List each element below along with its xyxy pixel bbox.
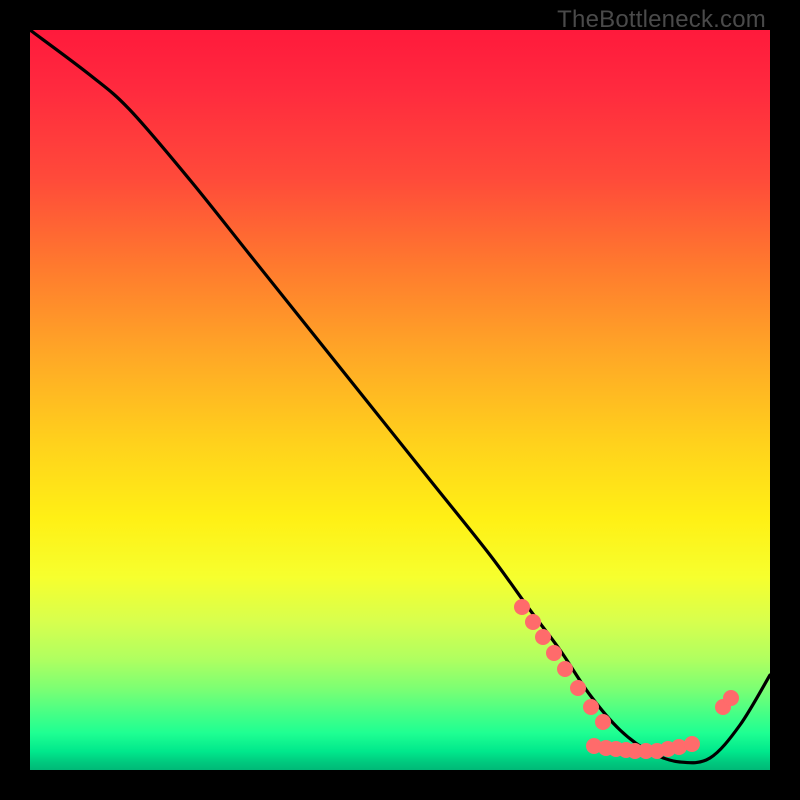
curve-marker (525, 614, 541, 630)
plot-area (30, 30, 770, 770)
curve-marker (535, 629, 551, 645)
watermark-text: TheBottleneck.com (557, 6, 766, 34)
curve-marker (557, 661, 573, 677)
curve-svg (30, 30, 770, 770)
curve-marker (723, 690, 739, 706)
curve-marker (684, 736, 700, 752)
chart-frame: TheBottleneck.com (0, 0, 800, 800)
curve-marker (514, 599, 530, 615)
bottleneck-curve (30, 30, 770, 763)
curve-marker (583, 699, 599, 715)
curve-marker (570, 680, 586, 696)
curve-marker (546, 645, 562, 661)
curve-marker (595, 714, 611, 730)
